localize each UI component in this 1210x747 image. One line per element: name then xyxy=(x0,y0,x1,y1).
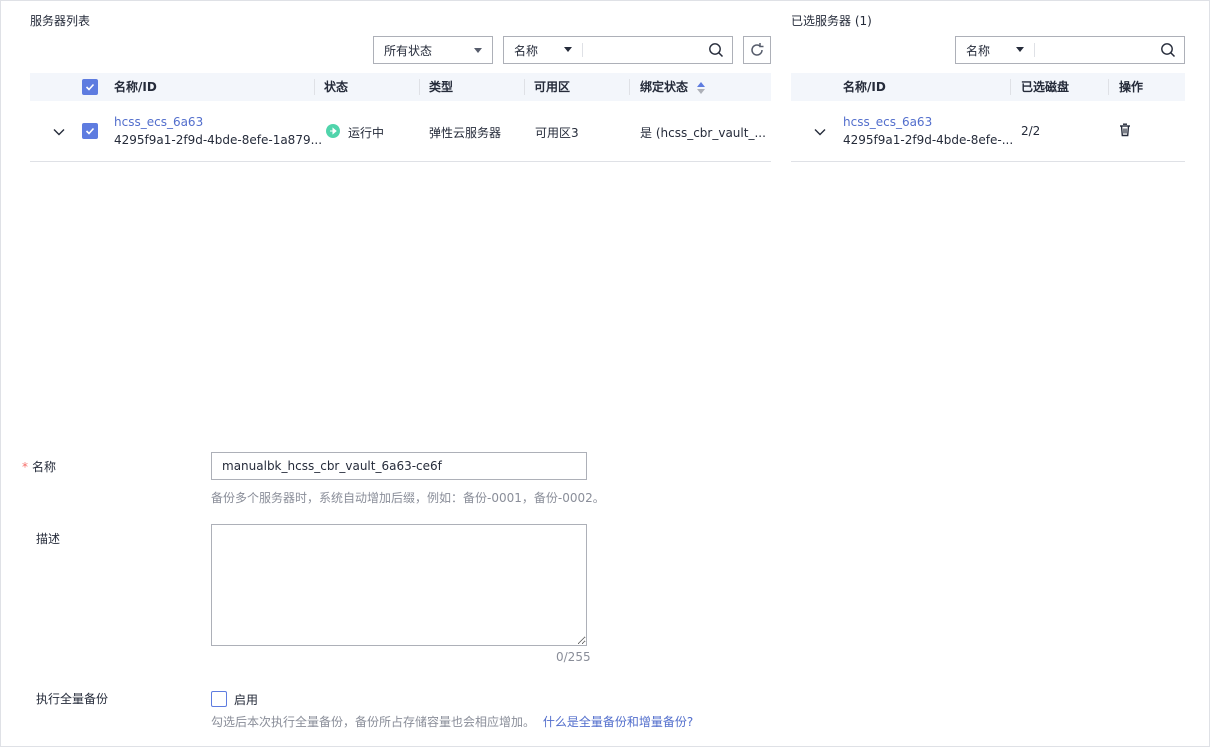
full-backup-label: 执行全量备份 xyxy=(36,692,109,706)
column-header-name-id: 名称/ID xyxy=(114,80,157,94)
full-backup-hint: 勾选后本次执行全量备份，备份所占存储容量也会相应增加。 什么是全量备份和增量备份… xyxy=(211,713,693,730)
column-divider xyxy=(1108,79,1109,95)
check-icon xyxy=(85,83,95,91)
full-backup-help-link[interactable]: 什么是全量备份和增量备份? xyxy=(543,715,693,729)
selected-search-input[interactable] xyxy=(1036,39,1146,61)
chevron-down-icon[interactable] xyxy=(52,125,66,139)
caret-down-icon xyxy=(564,47,572,52)
full-backup-hint-text: 勾选后本次执行全量备份，备份所占存储容量也会相应增加。 xyxy=(211,715,536,729)
selected-table-header: 名称/ID 已选磁盘 操作 xyxy=(791,73,1185,101)
column-header-status: 状态 xyxy=(324,80,349,94)
server-binding-status: 是 (hcss_cbr_vault_... xyxy=(640,126,766,140)
server-name-link[interactable]: hcss_ecs_6a63 xyxy=(114,115,203,129)
server-id: 4295f9a1-2f9d-4bde-8efe-1a879... xyxy=(114,133,323,147)
refresh-button[interactable] xyxy=(743,36,771,64)
sort-icon xyxy=(697,81,706,94)
table-row[interactable]: hcss_ecs_6a63 4295f9a1-2f9d-4bde-8efe-1a… xyxy=(30,101,771,162)
divider xyxy=(582,43,583,57)
name-field-label: * 名称 xyxy=(22,458,56,475)
select-all-checkbox[interactable] xyxy=(82,79,98,95)
server-table-header: 名称/ID 状态 类型 可用区 绑定状态 xyxy=(30,73,771,101)
binding-header-label: 绑定状态 xyxy=(640,80,689,94)
caret-down-icon xyxy=(474,48,482,53)
description-counter: 0/255 xyxy=(556,650,591,664)
caret-down-icon xyxy=(1016,47,1024,52)
name-hint: 备份多个服务器时，系统自动增加后缀，例如：备份-0001，备份-0002。 xyxy=(211,491,605,505)
row-checkbox[interactable] xyxy=(82,123,98,139)
search-field-value: 名称 xyxy=(514,43,539,58)
server-list-title: 服务器列表 xyxy=(30,14,91,28)
description-textarea[interactable] xyxy=(211,524,587,646)
column-header-actions: 操作 xyxy=(1119,80,1144,94)
server-type: 弹性云服务器 xyxy=(429,126,502,140)
column-divider xyxy=(1010,79,1011,95)
backup-name-input[interactable] xyxy=(211,452,587,480)
chevron-down-icon[interactable] xyxy=(813,125,827,139)
description-label: 描述 xyxy=(36,532,61,546)
divider xyxy=(1034,43,1035,57)
column-header-disks: 已选磁盘 xyxy=(1021,80,1070,94)
name-label-text: 名称 xyxy=(32,460,57,474)
status-filter-value: 所有状态 xyxy=(384,43,433,58)
column-divider xyxy=(419,79,420,95)
column-header-binding[interactable]: 绑定状态 xyxy=(640,73,706,101)
selected-disks: 2/2 xyxy=(1021,124,1041,138)
trash-icon[interactable] xyxy=(1118,123,1132,137)
table-row[interactable]: hcss_ecs_6a63 4295f9a1-2f9d-4bde-8efe-..… xyxy=(791,101,1185,162)
server-zone: 可用区3 xyxy=(535,126,579,140)
selected-search-field-select[interactable]: 名称 xyxy=(956,37,1034,63)
check-icon xyxy=(85,127,95,135)
selected-search-field-value: 名称 xyxy=(966,43,991,58)
selected-search-combo: 名称 xyxy=(955,36,1185,64)
search-icon[interactable] xyxy=(1160,42,1176,58)
column-header-type: 类型 xyxy=(429,80,454,94)
column-header-zone: 可用区 xyxy=(534,80,571,94)
column-divider xyxy=(629,79,630,95)
required-marker: * xyxy=(22,460,28,474)
column-divider xyxy=(524,79,525,95)
refresh-icon xyxy=(751,43,764,56)
server-status: 运行中 xyxy=(348,126,385,140)
search-icon[interactable] xyxy=(708,42,724,58)
column-divider xyxy=(314,79,315,95)
status-filter-select[interactable]: 所有状态 xyxy=(373,36,493,64)
server-search-input[interactable] xyxy=(584,39,694,61)
running-status-icon xyxy=(326,124,340,138)
full-backup-option-label[interactable]: 启用 xyxy=(234,691,258,708)
column-header-name-id: 名称/ID xyxy=(843,80,886,94)
selected-server-id: 4295f9a1-2f9d-4bde-8efe-... xyxy=(843,133,1014,147)
search-field-select[interactable]: 名称 xyxy=(504,37,582,63)
server-search-combo: 名称 xyxy=(503,36,733,64)
selected-servers-title: 已选服务器 (1) xyxy=(791,14,872,28)
selected-server-name-link[interactable]: hcss_ecs_6a63 xyxy=(843,115,932,129)
full-backup-checkbox[interactable] xyxy=(211,691,227,707)
